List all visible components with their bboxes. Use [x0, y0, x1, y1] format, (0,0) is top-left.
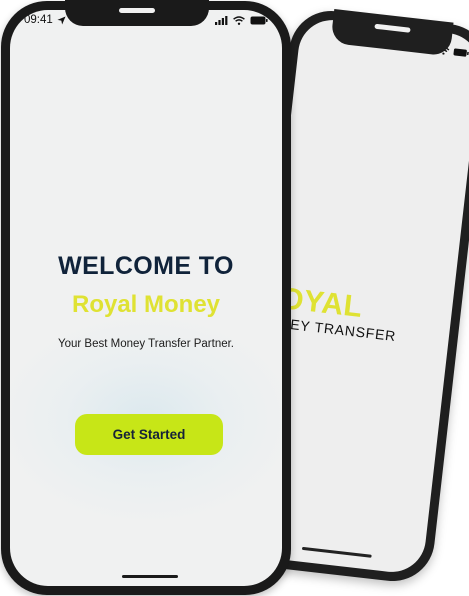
front-phone-notch: [65, 0, 209, 26]
status-bar-time: 09:41: [24, 14, 66, 26]
brand-name: Royal Money: [71, 291, 221, 318]
speaker-grille: [374, 23, 411, 33]
battery-icon: [250, 16, 268, 25]
location-arrow-icon: [57, 15, 66, 25]
tagline: Your Best Money Transfer Partner.: [58, 338, 234, 350]
status-bar-icons: [215, 16, 268, 25]
signal-bars-icon: [215, 16, 228, 25]
welcome-title: WELCOME TO: [58, 252, 234, 280]
home-indicator: [122, 575, 178, 578]
get-started-button[interactable]: Get Started: [75, 414, 223, 455]
welcome-screen: 09:41 WELCOME TO Royal Money Your Best M…: [10, 10, 282, 586]
battery-icon: [453, 48, 469, 57]
speaker-grille: [119, 8, 155, 13]
home-indicator: [301, 546, 372, 558]
wifi-icon: [233, 16, 245, 25]
time-label: 09:41: [24, 14, 53, 26]
front-phone-mockup: 09:41 WELCOME TO Royal Money Your Best M…: [1, 0, 291, 595]
